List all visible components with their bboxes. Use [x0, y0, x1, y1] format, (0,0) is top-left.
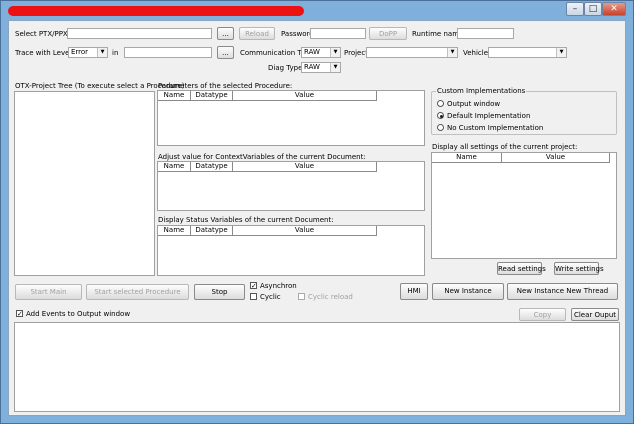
diag-type-value: RAW	[304, 63, 320, 71]
trace-level-value: Error	[71, 48, 89, 56]
select-ptx-label: Select PTX/PPX:	[15, 30, 71, 38]
settings-column-value[interactable]: Value	[502, 153, 610, 163]
start-selected-procedure-button[interactable]: Start selected Procedure	[86, 284, 189, 300]
trace-level-label: Trace with Level	[15, 49, 72, 57]
stop-button[interactable]: Stop	[194, 284, 245, 300]
runtime-name-input[interactable]	[457, 28, 514, 39]
radio-output-window-label: Output window	[447, 100, 501, 108]
radio-no-custom-implementation[interactable]	[437, 124, 444, 131]
in-label: in	[112, 49, 119, 57]
diag-type-label: Diag Type:	[268, 64, 305, 72]
vehicle-select[interactable]: ▼	[488, 47, 567, 58]
status-variables-grid[interactable]: Name Datatype Value	[157, 225, 425, 276]
close-icon[interactable]: ✕	[602, 2, 626, 16]
communication-type-value: RAW	[304, 48, 320, 56]
new-instance-new-thread-button[interactable]: New Instance New Thread	[507, 283, 618, 300]
clear-output-button[interactable]: Clear Ouput	[571, 308, 619, 321]
start-main-button[interactable]: Start Main	[15, 284, 82, 300]
trace-level-select[interactable]: Error ▼	[68, 47, 108, 58]
column-header-datatype[interactable]: Datatype	[191, 226, 233, 236]
add-events-checkbox[interactable]: ✓	[16, 310, 23, 318]
chevron-down-icon: ▼	[330, 63, 340, 72]
window-title-redacted	[8, 6, 304, 16]
diag-type-select[interactable]: RAW ▼	[301, 62, 341, 73]
copy-button[interactable]: Copy	[519, 308, 566, 321]
chevron-down-icon: ▼	[97, 48, 107, 57]
ptx-path-input[interactable]	[67, 28, 212, 39]
radio-no-custom-implementation-label: No Custom Implementation	[447, 124, 544, 132]
cyclic-reload-label: Cyclic reload	[308, 293, 353, 301]
settings-grid[interactable]: Name Value	[431, 152, 617, 259]
read-settings-button[interactable]: Read settings	[497, 262, 546, 275]
settings-label: Display all settings of the current proj…	[432, 143, 578, 151]
asynchron-label: Asynchron	[260, 282, 297, 290]
column-header-value[interactable]: Value	[233, 226, 377, 236]
vehicle-label: Vehicle:	[463, 49, 491, 57]
hmi-button[interactable]: HMI	[400, 283, 428, 300]
settings-column-name[interactable]: Name	[432, 153, 502, 163]
write-settings-button[interactable]: Write settings	[554, 262, 604, 275]
context-variables-grid[interactable]: Name Datatype Value	[157, 161, 425, 211]
parameters-grid[interactable]: Name Datatype Value	[157, 90, 425, 146]
column-header-datatype[interactable]: Datatype	[191, 91, 233, 101]
browse-ptx-button[interactable]: ...	[217, 27, 234, 40]
cyclic-reload-checkbox[interactable]	[298, 293, 305, 300]
radio-output-window[interactable]	[437, 100, 444, 107]
new-instance-button[interactable]: New Instance	[432, 283, 504, 300]
trace-path-input[interactable]	[124, 47, 212, 58]
column-header-value[interactable]: Value	[233, 91, 377, 101]
column-header-name[interactable]: Name	[158, 226, 191, 236]
project-tree[interactable]	[14, 91, 155, 276]
column-header-name[interactable]: Name	[158, 91, 191, 101]
cyclic-label: Cyclic	[260, 293, 281, 301]
chevron-down-icon: ▼	[556, 48, 566, 57]
asynchron-checkbox[interactable]: ✓	[250, 282, 257, 290]
dopp-button[interactable]: DoPP	[369, 27, 407, 40]
maximize-icon[interactable]: □	[584, 2, 602, 16]
minimize-icon[interactable]: –	[566, 2, 584, 16]
project-select[interactable]: ▼	[366, 47, 458, 58]
cyclic-checkbox[interactable]	[250, 293, 257, 300]
password-input[interactable]	[310, 28, 366, 39]
chevron-down-icon: ▼	[447, 48, 457, 57]
chevron-down-icon: ▼	[330, 48, 340, 57]
column-header-datatype[interactable]: Datatype	[191, 162, 233, 172]
reload-button[interactable]: Reload	[239, 27, 275, 40]
radio-default-implementation-label: Default Implementation	[447, 112, 531, 120]
communication-type-select[interactable]: RAW ▼	[301, 47, 341, 58]
add-events-label: Add Events to Output window	[26, 310, 131, 318]
column-header-name[interactable]: Name	[158, 162, 191, 172]
column-header-value[interactable]: Value	[233, 162, 377, 172]
radio-default-implementation[interactable]	[437, 112, 444, 119]
custom-implementations-title: Custom Implementations	[436, 86, 527, 96]
browse-trace-button[interactable]: ...	[217, 46, 234, 59]
status-variables-label: Display Status Variables of the current …	[158, 216, 334, 224]
output-window[interactable]	[14, 322, 620, 412]
